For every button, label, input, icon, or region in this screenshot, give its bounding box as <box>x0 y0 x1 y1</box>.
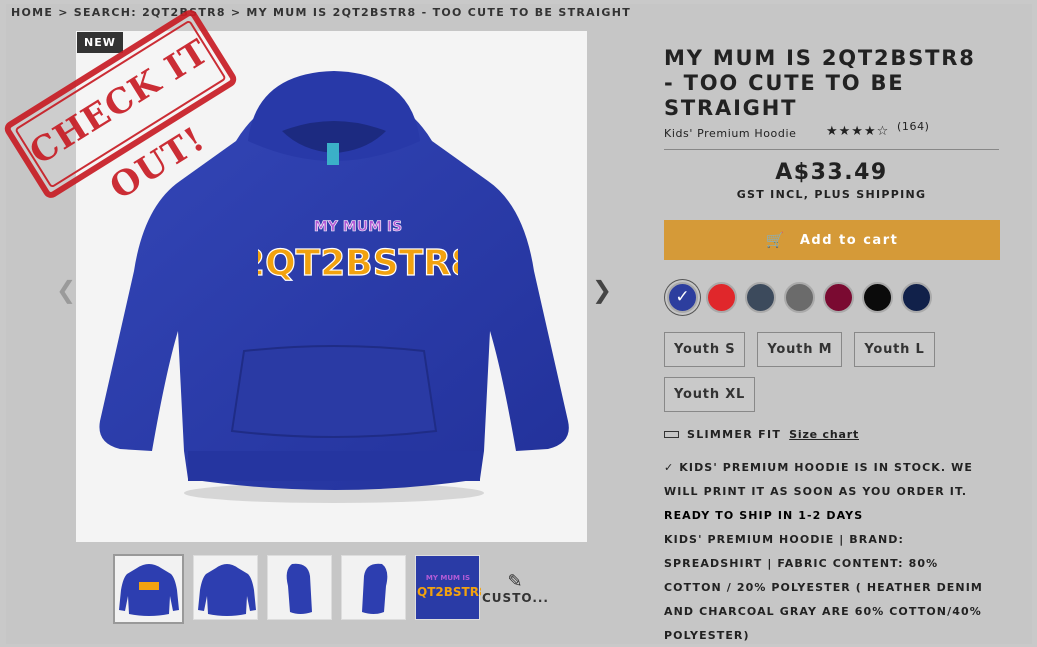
thumbnail-design[interactable]: MY MUM IS 2QT2BSTR8 <box>409 555 487 620</box>
review-count[interactable]: (164) <box>897 120 930 133</box>
breadcrumb-current: My mum is 2qt2bstr8 - too cute to be str… <box>246 6 632 19</box>
pencil-icon: ✎ <box>507 571 524 592</box>
color-swatch-navy[interactable] <box>901 282 932 313</box>
product-title: MY MUM IS 2QT2BSTR8 - TOO CUTE TO BE STR… <box>664 46 976 120</box>
thumbnail-side-right[interactable] <box>341 555 406 620</box>
color-swatch-charcoal-gray[interactable] <box>784 282 815 313</box>
breadcrumb: Home > Search: 2qt2bstr8 > My mum is 2qt2bst… <box>11 6 632 19</box>
rating-stars[interactable]: ★★★★☆ <box>826 124 889 139</box>
color-swatch-royal-blue[interactable]: ✓ <box>667 282 698 313</box>
product-description: ✓ Kids' Premium Hoodie is in stock. We w… <box>664 456 1000 647</box>
breadcrumb-search[interactable]: Search: 2qt2bstr8 <box>74 6 226 19</box>
svg-text:MY MUM IS: MY MUM IS <box>426 574 470 582</box>
size-youth-m[interactable]: Youth M <box>757 332 843 367</box>
fit-label: SLIMMER FIT <box>687 428 782 441</box>
size-options: Youth S Youth M Youth L Youth XL <box>664 332 1000 412</box>
divider <box>664 149 999 150</box>
cart-icon: 🛒 <box>765 231 786 249</box>
ready-to-ship: Ready to ship in 1-2 days <box>664 509 864 522</box>
ruler-icon <box>664 431 679 438</box>
size-youth-s[interactable]: Youth S <box>664 332 746 367</box>
chevron-right-icon[interactable]: ❯ <box>592 276 612 304</box>
thumbnail-back[interactable] <box>193 555 258 620</box>
add-to-cart-label: Add to cart <box>799 232 899 248</box>
thumbnail-side-left[interactable] <box>267 555 332 620</box>
product-subtitle[interactable]: Kids' Premium Hoodie <box>664 127 796 140</box>
color-swatch-red[interactable] <box>706 282 737 313</box>
new-badge: NEW <box>77 32 123 53</box>
design-main-text: 2QT2BSTR8 <box>258 243 458 284</box>
price: A$33.49 <box>775 160 888 185</box>
chevron-left-icon[interactable]: ❮ <box>56 276 76 304</box>
color-swatches: ✓ <box>667 282 932 313</box>
size-youth-xl[interactable]: Youth XL <box>664 377 756 412</box>
customize-label: CUSTO... <box>482 591 549 605</box>
stock-status: ✓ Kids' Premium Hoodie is in stock. We w… <box>664 461 973 498</box>
price-note: GST INCL, PLUS SHIPPING <box>736 188 927 201</box>
size-youth-l[interactable]: Youth L <box>854 332 935 367</box>
breadcrumb-home[interactable]: Home <box>11 6 53 19</box>
size-chart-link[interactable]: Size chart <box>789 428 859 441</box>
color-swatch-burgundy[interactable] <box>823 282 854 313</box>
color-swatch-black[interactable] <box>862 282 893 313</box>
product-details: Kids' Premium Hoodie | Brand: Spreadshir… <box>664 533 983 642</box>
check-icon: ✓ <box>675 287 690 307</box>
thumbnail-strip: MY MUM IS 2QT2BSTR8 <box>113 554 487 624</box>
design-top-text: MY MUM IS <box>314 219 402 235</box>
add-to-cart-button[interactable]: 🛒 Add to cart <box>664 220 1000 260</box>
design-print: MY MUM IS 2QT2BSTR8 <box>258 219 458 285</box>
thumbnail-front[interactable] <box>113 554 184 624</box>
svg-text:2QT2BSTR8: 2QT2BSTR8 <box>416 585 481 599</box>
customize-button[interactable]: ✎ CUSTO... <box>482 571 549 606</box>
color-swatch-heather-denim[interactable] <box>745 282 776 313</box>
fit-row: SLIMMER FIT Size chart <box>664 428 859 441</box>
